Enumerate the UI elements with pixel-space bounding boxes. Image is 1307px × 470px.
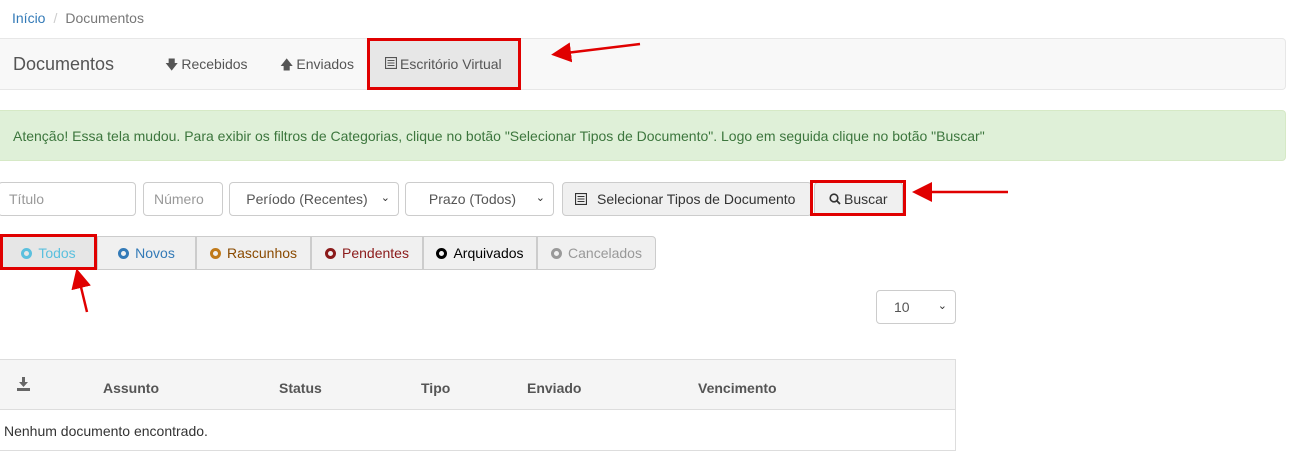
chevron-down-icon: ⌄: [535, 192, 545, 204]
search-icon: [829, 192, 841, 208]
arrow-up-icon: 🡅: [280, 57, 294, 72]
tab-label: Pendentes: [342, 245, 409, 261]
tab-label: Todos: [38, 245, 76, 261]
nav-item-label: Escritório Virtual: [400, 56, 502, 72]
period-select[interactable]: Período (Recentes) ⌄: [229, 182, 399, 216]
list-alt-icon: [574, 192, 588, 208]
column-header[interactable]: Status: [279, 380, 322, 396]
breadcrumb-separator: /: [53, 10, 58, 26]
table-header: Assunto Status Tipo Enviado Vencimento: [0, 360, 955, 410]
breadcrumb-home-link[interactable]: Início: [12, 10, 45, 26]
arrow-down-icon: 🡇: [165, 57, 179, 72]
deadline-select[interactable]: Prazo (Todos) ⌄: [405, 182, 554, 216]
tab-todos[interactable]: Todos: [0, 236, 97, 270]
search-label: Buscar: [844, 191, 888, 207]
tab-arquivados[interactable]: Arquivados: [423, 236, 537, 270]
tab-label: Arquivados: [453, 245, 524, 261]
nav-item-label: Recebidos: [181, 56, 248, 72]
navbar-brand[interactable]: Documentos: [13, 54, 114, 75]
circle-icon: [436, 248, 448, 259]
column-header[interactable]: Vencimento: [698, 380, 777, 396]
circle-icon: [118, 248, 130, 259]
select-document-types-button[interactable]: Selecionar Tipos de Documento: [562, 182, 812, 216]
column-header[interactable]: Enviado: [527, 380, 581, 396]
download-icon: [17, 377, 30, 394]
documents-table: Assunto Status Tipo Enviado Vencimento N…: [0, 359, 956, 451]
circle-icon: [21, 248, 33, 259]
alert-text: Atenção! Essa tela mudou. Para exibir os…: [13, 128, 985, 144]
tab-pendentes[interactable]: Pendentes: [311, 236, 423, 270]
circle-icon: [209, 248, 221, 259]
info-alert: Atenção! Essa tela mudou. Para exibir os…: [0, 110, 1286, 161]
chevron-down-icon: ⌄: [937, 300, 947, 312]
annotation-arrow: [71, 268, 91, 313]
tab-label: Cancelados: [568, 245, 642, 261]
title-input[interactable]: [0, 182, 136, 216]
number-input[interactable]: [143, 182, 223, 216]
deadline-select-value: Prazo (Todos): [428, 191, 517, 207]
tab-label: Rascunhos: [226, 245, 298, 261]
tab-cancelados[interactable]: Cancelados: [537, 236, 656, 270]
column-header[interactable]: Assunto: [103, 380, 159, 396]
nav-item-enviados[interactable]: 🡅 Enviados: [280, 56, 354, 78]
tab-novos[interactable]: Novos: [97, 236, 196, 270]
period-select-value: Período (Recentes): [246, 191, 368, 207]
page-size-select[interactable]: 10 ⌄: [876, 290, 956, 324]
nav-item-label: Enviados: [296, 56, 354, 72]
search-button[interactable]: Buscar: [814, 182, 903, 216]
column-header[interactable]: Tipo: [421, 380, 450, 396]
empty-table-message: Nenhum documento encontrado.: [4, 423, 208, 439]
page-size-value: 10: [894, 299, 910, 315]
circle-icon: [551, 248, 563, 259]
tab-rascunhos[interactable]: Rascunhos: [196, 236, 311, 270]
documents-navbar: Documentos 🡇 Recebidos 🡅 Enviados Escritór…: [0, 38, 1286, 90]
select-types-label: Selecionar Tipos de Documento: [597, 191, 796, 207]
nav-item-recebidos[interactable]: 🡇 Recebidos: [165, 56, 248, 78]
breadcrumb-current: Documentos: [65, 10, 144, 26]
tab-label: Novos: [135, 245, 175, 261]
chevron-down-icon: ⌄: [380, 192, 390, 204]
circle-icon: [325, 248, 337, 259]
nav-item-escritorio-virtual[interactable]: Escritório Virtual: [384, 56, 502, 72]
breadcrumb: Início / Documentos: [12, 10, 144, 26]
list-alt-icon: [384, 56, 398, 72]
